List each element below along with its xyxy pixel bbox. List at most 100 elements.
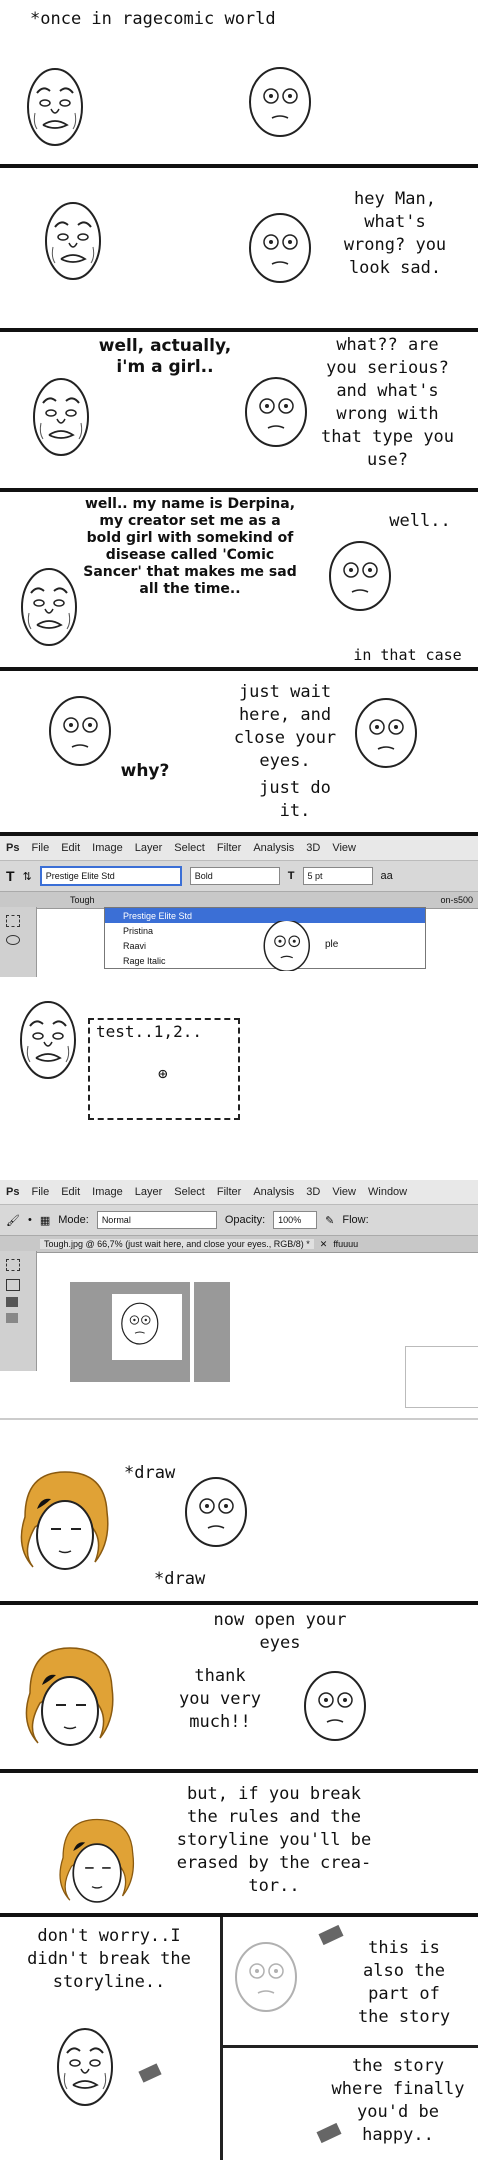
- menu-image[interactable]: Image: [92, 842, 123, 854]
- brush-tool-icon[interactable]: 🖌: [6, 1214, 20, 1227]
- grinning-face-icon: [249, 213, 311, 283]
- panel-9: *draw *draw: [0, 1422, 478, 1600]
- worried-face-icon: [329, 541, 391, 611]
- smiling-face-icon: [355, 698, 417, 768]
- text-bounding-box[interactable]: test..1,2.. ⊕: [88, 1018, 240, 1120]
- mode-label: Mode:: [58, 1214, 89, 1226]
- panel-10: now open your eyes thank you very much!!: [0, 1605, 478, 1769]
- calm-face-icon: [57, 2028, 113, 2106]
- tab-left[interactable]: Tough: [70, 895, 95, 905]
- menu-layer[interactable]: Layer: [135, 842, 163, 854]
- man-speech-2: in that case: [353, 646, 462, 664]
- panel-divider: [0, 1418, 478, 1420]
- sad-face-icon: [33, 378, 89, 456]
- draw-sound-2: *draw: [154, 1569, 206, 1589]
- man-speech-1: well..: [389, 511, 451, 531]
- panel-5: why? just wait here, and close your eyes…: [0, 671, 478, 832]
- photoshop-logo-icon: Ps: [6, 1186, 20, 1198]
- airbrush-icon[interactable]: ✎: [325, 1214, 334, 1227]
- happy-derpina-face-icon: [25, 1647, 114, 1746]
- type-tool-icon[interactable]: T: [6, 868, 15, 884]
- menu-select[interactable]: Select: [174, 1186, 205, 1198]
- tab-right[interactable]: ffuuuu: [333, 1239, 358, 1249]
- eraser-icon: [138, 2063, 162, 2083]
- panel-4: well.. my name is Derpina, my creator se…: [0, 492, 478, 667]
- eraser-tool-icon[interactable]: [6, 1313, 18, 1323]
- menu-3d[interactable]: 3D: [306, 1186, 320, 1198]
- menu-view[interactable]: View: [332, 842, 356, 854]
- sample-text: ple: [325, 939, 339, 950]
- lasso-tool-icon[interactable]: [6, 935, 20, 945]
- menu-analysis[interactable]: Analysis: [253, 842, 294, 854]
- menu-filter[interactable]: Filter: [217, 1186, 241, 1198]
- menu-file[interactable]: File: [31, 842, 49, 854]
- opacity-label: Opacity:: [224, 1214, 266, 1226]
- close-icon[interactable]: ✕: [320, 1239, 328, 1250]
- brush-size-icon[interactable]: •: [28, 1214, 32, 1226]
- panel-2: hey Man, what's wrong? you look sad.: [0, 168, 478, 328]
- font-size-icon: T: [287, 870, 295, 882]
- sad-face-icon: [121, 1302, 159, 1345]
- panel-1: *once in ragecomic world: [0, 0, 478, 162]
- calm-face-icon: [20, 1001, 76, 1079]
- font-style-select[interactable]: Bold: [189, 867, 280, 885]
- menu-analysis[interactable]: Analysis: [253, 1186, 294, 1198]
- man-speech-2: just do it.: [259, 778, 331, 821]
- menu-select[interactable]: Select: [174, 842, 205, 854]
- menu-layer[interactable]: Layer: [135, 1186, 163, 1198]
- menu-bar: Ps File Edit Image Layer Select Filter A…: [0, 836, 478, 861]
- girl-speech: thank you very much!!: [179, 1666, 261, 1732]
- panel-7: test..1,2.. ⊕: [0, 980, 478, 1170]
- focused-face-icon: [185, 1477, 247, 1547]
- brush-panel-icon[interactable]: ▦: [40, 1214, 50, 1227]
- fading-face-icon: [235, 1942, 297, 2012]
- man-speech-1: this is also the part of the story: [357, 1938, 451, 2027]
- panel-3: well, actually, i'm a girl.. what?? are …: [0, 332, 478, 488]
- menu-filter[interactable]: Filter: [217, 842, 241, 854]
- orientation-icon[interactable]: ⇅: [23, 870, 32, 883]
- mode-select[interactable]: Normal: [96, 1211, 217, 1229]
- document-tab[interactable]: Tough.jpg @ 66,7% (just wait here, and c…: [40, 1239, 314, 1249]
- menu-file[interactable]: File: [31, 1186, 49, 1198]
- options-bar: 🖌 • ▦ Mode: Normal Opacity: 100% ✎ Flow:: [0, 1205, 478, 1236]
- caption: *once in ragecomic world: [30, 9, 276, 29]
- font-family-select[interactable]: Prestige Elite Std: [39, 866, 182, 886]
- menu-3d[interactable]: 3D: [306, 842, 320, 854]
- sample-text: ple: [325, 924, 339, 935]
- marquee-tool-icon[interactable]: [6, 1259, 20, 1271]
- girl-speech: why?: [120, 761, 170, 781]
- panel-12: don't worry..I didn't break the storylin…: [0, 1917, 478, 2160]
- panel-11: but, if you break the rules and the stor…: [0, 1773, 478, 1913]
- draw-sound-1: *draw: [124, 1463, 176, 1483]
- vertical-divider: [220, 1917, 223, 2160]
- menu-view[interactable]: View: [332, 1186, 356, 1198]
- man-speech: just wait here, and close your eyes.: [233, 682, 337, 771]
- photoshop-logo-icon: Ps: [6, 842, 20, 854]
- man-speech-2: the story where finally you'd be happy..: [331, 2056, 465, 2145]
- menu-image[interactable]: Image: [92, 1186, 123, 1198]
- tab-right[interactable]: on-s500: [441, 895, 474, 905]
- opacity-field[interactable]: 100%: [273, 1211, 318, 1229]
- options-bar: T ⇅ Prestige Elite Std Bold T 5 pt aa: [0, 861, 478, 892]
- smiling-face-icon: [304, 1671, 366, 1741]
- smug-face-icon: [249, 67, 311, 137]
- speech-bubble: hey Man, what's wrong? you look sad.: [343, 189, 447, 278]
- second-document: [405, 1346, 478, 1408]
- text-content[interactable]: test..1,2..: [90, 1020, 238, 1043]
- tools-panel: [0, 907, 37, 977]
- menu-edit[interactable]: Edit: [61, 1186, 80, 1198]
- derpina-face-icon: [20, 1471, 109, 1570]
- menu-window[interactable]: Window: [368, 1186, 407, 1198]
- menu-bar: Ps File Edit Image Layer Select Filter A…: [0, 1180, 478, 1205]
- sad-face-icon: [21, 568, 77, 646]
- girl-speech: well, actually, i'm a girl..: [98, 336, 232, 377]
- font-size-select[interactable]: 5 pt: [302, 867, 373, 885]
- man-speech: what?? are you serious? and what's wrong…: [320, 335, 455, 470]
- man-speech: but, if you break the rules and the stor…: [176, 1784, 372, 1896]
- sad-face-icon: [27, 68, 83, 146]
- menu-edit[interactable]: Edit: [61, 842, 80, 854]
- crosshair-icon: ⊕: [158, 1064, 168, 1083]
- crop-tool-icon[interactable]: [6, 1279, 20, 1291]
- stamp-tool-icon[interactable]: [6, 1297, 18, 1307]
- marquee-tool-icon[interactable]: [6, 915, 20, 927]
